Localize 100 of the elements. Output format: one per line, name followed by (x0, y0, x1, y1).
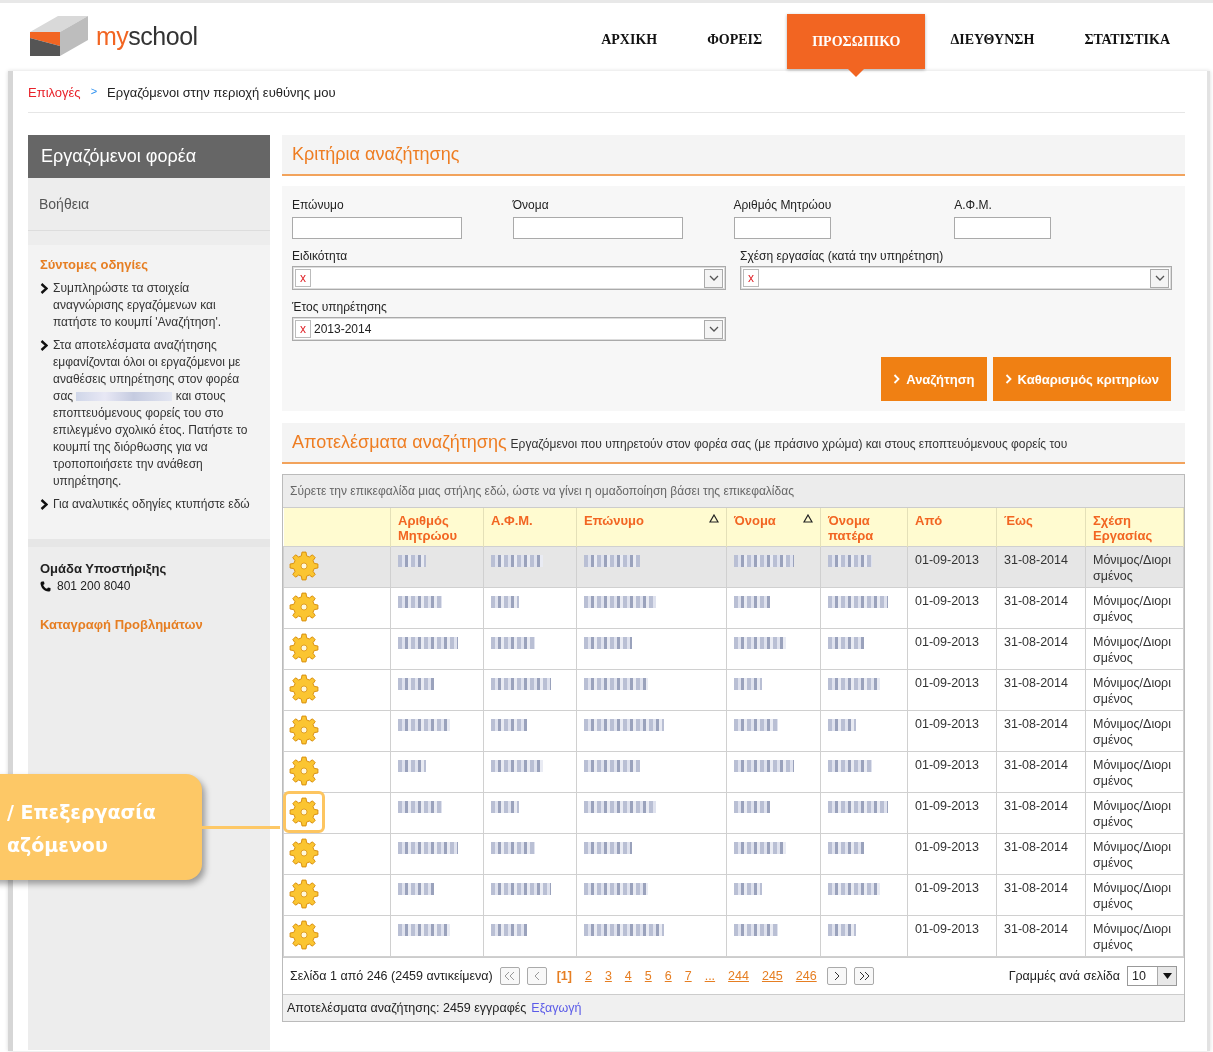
column-header[interactable]: Αριθμός Μητρώου (390, 508, 484, 547)
previous-page-button[interactable] (526, 967, 547, 985)
gear-icon[interactable] (289, 633, 319, 663)
page-link[interactable]: ... (701, 969, 719, 983)
select-field[interactable]: x (292, 266, 726, 290)
field-label: Α.Φ.Μ. (954, 198, 993, 212)
nav-tab[interactable]: ΣΤΑΤΙΣΤΙΚΑ (1059, 3, 1195, 69)
table-row[interactable]: 01-09-2013 31-08-2014 Μόνιμος/Διορισμένος (283, 628, 1184, 670)
help-link[interactable]: Βοήθεια (28, 178, 270, 231)
rows-per-page-select[interactable]: 10 (1127, 966, 1177, 986)
table-row[interactable]: 01-09-2013 31-08-2014 Μόνιμος/Διορισμένος (283, 587, 1184, 629)
table-row[interactable]: 01-09-2013 31-08-2014 Μόνιμος/Διορισμένος (283, 915, 1184, 957)
dropdown-button[interactable] (704, 319, 723, 339)
redacted-text (584, 842, 632, 854)
page-link[interactable]: 3 (601, 969, 615, 983)
gear-icon[interactable] (289, 797, 319, 827)
table-cell: 01-09-2013 (907, 792, 997, 834)
redacted-text (398, 555, 426, 567)
nav-tab[interactable]: ΔΙΕΥΘΥΝΣΗ (925, 3, 1060, 69)
redacted-text (398, 842, 458, 854)
table-cell: Μόνιμος/Διορισμένος (1085, 628, 1184, 670)
page-link[interactable]: 4 (621, 969, 635, 983)
table-row[interactable]: 01-09-2013 31-08-2014 Μόνιμος/Διορισμένος (283, 546, 1184, 588)
column-header[interactable]: Από (907, 508, 997, 547)
page-link[interactable]: [1] (553, 969, 575, 983)
input-field[interactable] (512, 217, 683, 239)
gear-icon[interactable] (289, 756, 319, 786)
redacted-text (398, 801, 442, 813)
gear-icon[interactable] (289, 674, 319, 704)
redacted-text (828, 555, 872, 567)
breadcrumb-link[interactable]: Επιλογές (28, 85, 81, 100)
page-link[interactable]: 246 (792, 969, 820, 983)
table-row[interactable]: 01-09-2013 31-08-2014 Μόνιμος/Διορισμένος (283, 833, 1184, 875)
page-link[interactable]: 244 (725, 969, 752, 983)
gear-icon[interactable] (289, 838, 319, 868)
table-row[interactable]: 01-09-2013 31-08-2014 Μόνιμος/Διορισμένος (283, 710, 1184, 752)
caret-icon (1154, 275, 1165, 281)
column-header[interactable]: Επώνυμο (576, 508, 727, 547)
last-page-button[interactable] (853, 967, 874, 985)
report-link[interactable]: Καταγραφή Προβλημάτων (40, 617, 258, 632)
search-button[interactable]: Καθαρισμός κριτηρίων (992, 357, 1171, 401)
page-link[interactable]: 5 (641, 969, 655, 983)
clear-button[interactable]: x (295, 269, 311, 287)
column-header[interactable]: Α.Φ.Μ. (483, 508, 577, 547)
redacted-text (398, 678, 434, 690)
redacted-text (584, 555, 640, 567)
input-field[interactable] (954, 217, 1052, 239)
redacted-text (491, 596, 519, 608)
next-page-button[interactable] (826, 967, 847, 985)
dropdown-button[interactable] (704, 268, 723, 288)
table-cell: Μόνιμος/Διορισμένος (1085, 710, 1184, 752)
clear-button[interactable]: x (295, 320, 311, 338)
chevron-icon (40, 499, 48, 510)
first-page-button[interactable] (499, 967, 520, 985)
page-link[interactable]: 7 (681, 969, 695, 983)
field-label: Όνομα (512, 198, 550, 212)
gear-icon[interactable] (289, 551, 319, 581)
table-cell: Μόνιμος/Διορισμένος (1085, 792, 1184, 834)
column-header[interactable]: Όνομα πατέρα (820, 508, 908, 547)
dropdown-button[interactable] (1150, 268, 1169, 288)
input-field[interactable] (733, 217, 831, 239)
export-link[interactable]: Εξαγωγή (531, 1001, 582, 1015)
caret-icon (708, 326, 719, 332)
gear-icon[interactable] (289, 715, 319, 745)
instruction-text: Για αναλυτικές οδηγίες κτυπήστε εδώ (53, 496, 251, 513)
redacted-text (828, 678, 880, 690)
double-chevron-icon (502, 971, 517, 981)
column-header[interactable]: Έως (996, 508, 1086, 547)
table-row[interactable]: 01-09-2013 31-08-2014 Μόνιμος/Διορισμένος (283, 751, 1184, 793)
table-cell: Μόνιμος/Διορισμένος (1085, 546, 1184, 588)
callout-text: αζόμενου (7, 833, 109, 858)
table-cell: Μόνιμος/Διορισμένος (1085, 751, 1184, 793)
gear-icon[interactable] (289, 592, 319, 622)
redacted-text (734, 924, 778, 936)
redacted-text (491, 883, 551, 895)
redacted-text (734, 760, 794, 772)
search-button[interactable]: Αναζήτηση (881, 357, 987, 401)
column-header[interactable]: Όνομα (726, 508, 821, 547)
page-link[interactable]: 245 (758, 969, 786, 983)
input-field[interactable] (292, 217, 462, 239)
clear-button[interactable]: x (743, 269, 759, 287)
results-subtitle: Εργαζόμενοι που υπηρετούν στον φορέα σας (με πράσινο χρώμα) και στους εποπτευόμενους φορείς του (510, 437, 1068, 451)
table-cell: 01-09-2013 (907, 628, 997, 670)
page-link[interactable]: 2 (581, 969, 595, 983)
gear-icon[interactable] (289, 920, 319, 950)
gear-icon[interactable] (289, 879, 319, 909)
table-row[interactable]: 01-09-2013 31-08-2014 Μόνιμος/Διορισμένος (283, 669, 1184, 711)
table-cell: 31-08-2014 (996, 628, 1086, 670)
nav-tab[interactable]: ΑΡΧΙΚΗ (576, 3, 683, 69)
redacted-text (828, 596, 888, 608)
page-link[interactable]: 6 (661, 969, 675, 983)
table-row[interactable]: 01-09-2013 31-08-2014 Μόνιμος/Διορισμένος (283, 874, 1184, 916)
redacted-text (491, 637, 535, 649)
select-field[interactable]: x (740, 266, 1172, 290)
redacted-text (584, 637, 632, 649)
nav-tab[interactable]: ΦΟΡΕΙΣ (682, 3, 788, 69)
table-cell: 01-09-2013 (907, 874, 997, 916)
table-row[interactable]: 01-09-2013 31-08-2014 Μόνιμος/Διορισμένος (283, 792, 1184, 834)
select-field[interactable]: x 2013-2014 (292, 317, 726, 341)
column-header[interactable]: Σχέση Εργασίας (1085, 508, 1184, 547)
